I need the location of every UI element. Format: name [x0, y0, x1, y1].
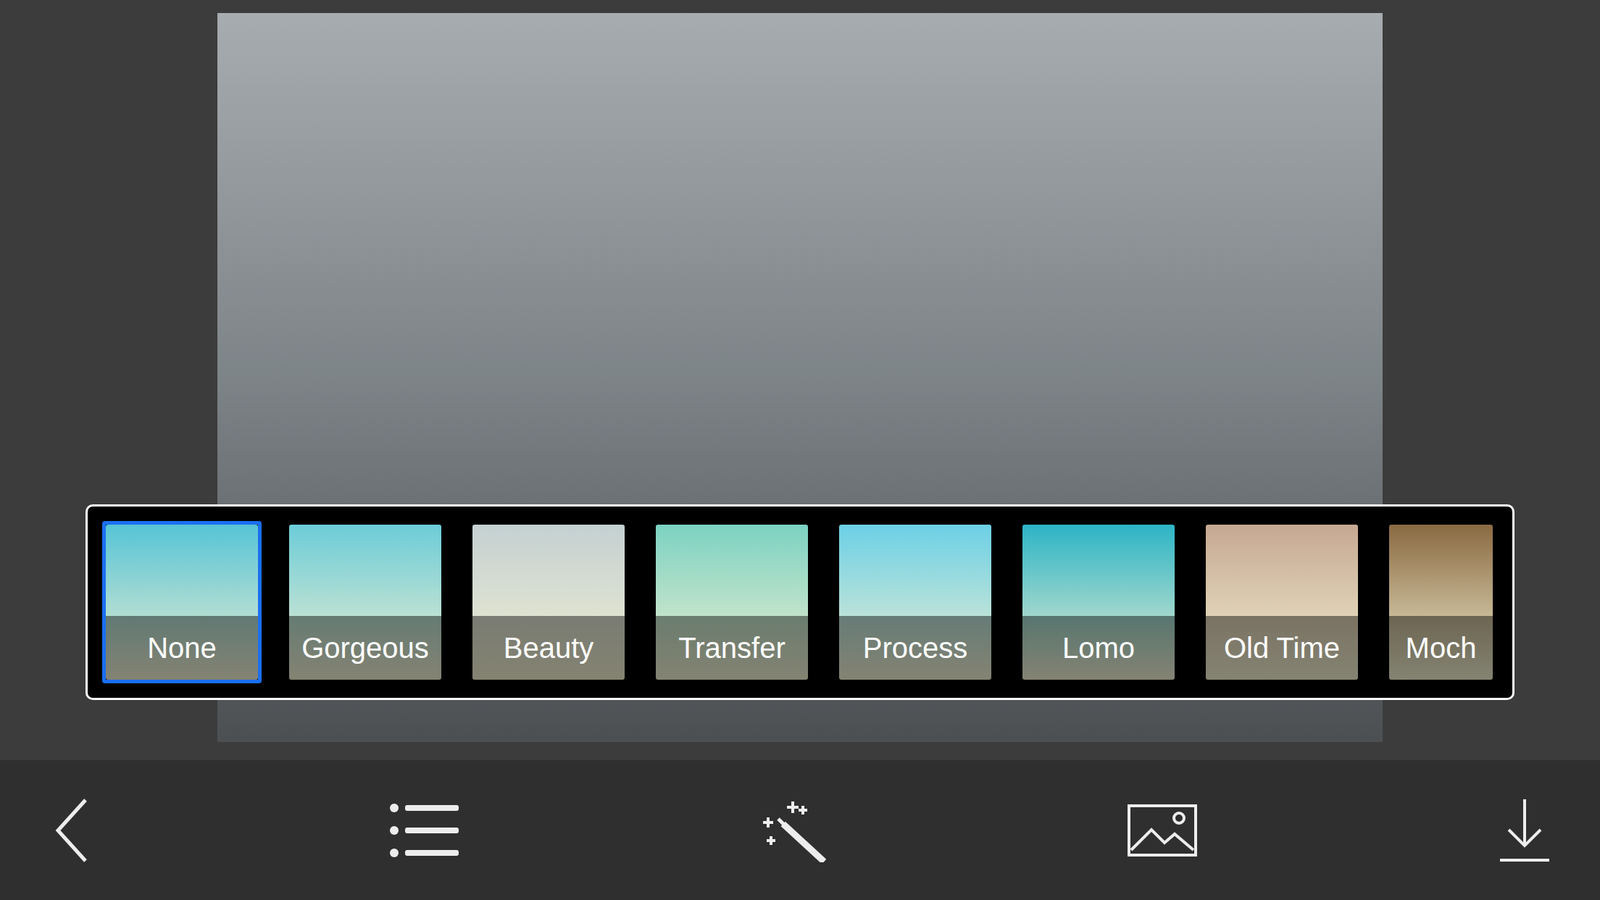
background-button[interactable]: [1126, 803, 1198, 858]
toolbar: [0, 760, 1600, 900]
filter-label-band: Process: [839, 615, 992, 680]
save-button[interactable]: [1498, 797, 1551, 864]
filter-label-band: Gorgeous: [289, 615, 442, 680]
filter-thumbnail[interactable]: Gorgeous: [285, 521, 445, 684]
filter-label-band: Lomo: [1022, 615, 1175, 680]
filter-label-band: Beauty: [472, 615, 625, 680]
filter-thumbnail[interactable]: None: [102, 521, 262, 684]
filter-strip: None Gorgeous Beauty Transfer Process Lomo Old…: [85, 504, 1515, 700]
filter-label-band: Moch: [1389, 615, 1493, 680]
canvas-area: None Gorgeous Beauty Transfer Process Lomo Old…: [0, 0, 1600, 761]
menu-button[interactable]: [389, 802, 461, 859]
filter-label: Moch: [1405, 630, 1477, 666]
filter-label: None: [147, 630, 217, 666]
filter-label-band: None: [105, 615, 258, 680]
filter-thumbnail[interactable]: Beauty: [468, 521, 629, 684]
filter-label: Beauty: [503, 630, 595, 666]
back-icon: [55, 797, 89, 864]
filter-label: Transfer: [678, 630, 785, 666]
filter-label: Lomo: [1062, 630, 1135, 666]
filter-label: Gorgeous: [301, 630, 429, 666]
filter-thumbnail[interactable]: Moch: [1385, 521, 1497, 684]
filter-label-band: Transfer: [655, 615, 808, 680]
filter-label-band: Old Time: [1205, 615, 1358, 680]
filter-thumbnail[interactable]: Transfer: [652, 521, 812, 684]
back-button[interactable]: [55, 797, 89, 864]
effects-button[interactable]: [760, 798, 827, 863]
filter-thumbnail[interactable]: Process: [835, 521, 995, 684]
filter-thumbnail[interactable]: Old Time: [1202, 521, 1362, 684]
filter-thumbnail[interactable]: Lomo: [1018, 521, 1179, 684]
download-icon: [1498, 797, 1551, 864]
list-icon: [389, 802, 461, 859]
filter-label: Old Time: [1223, 630, 1340, 666]
image-icon: [1126, 803, 1198, 858]
filter-label: Process: [863, 630, 969, 666]
magic-wand-icon: [760, 798, 827, 863]
